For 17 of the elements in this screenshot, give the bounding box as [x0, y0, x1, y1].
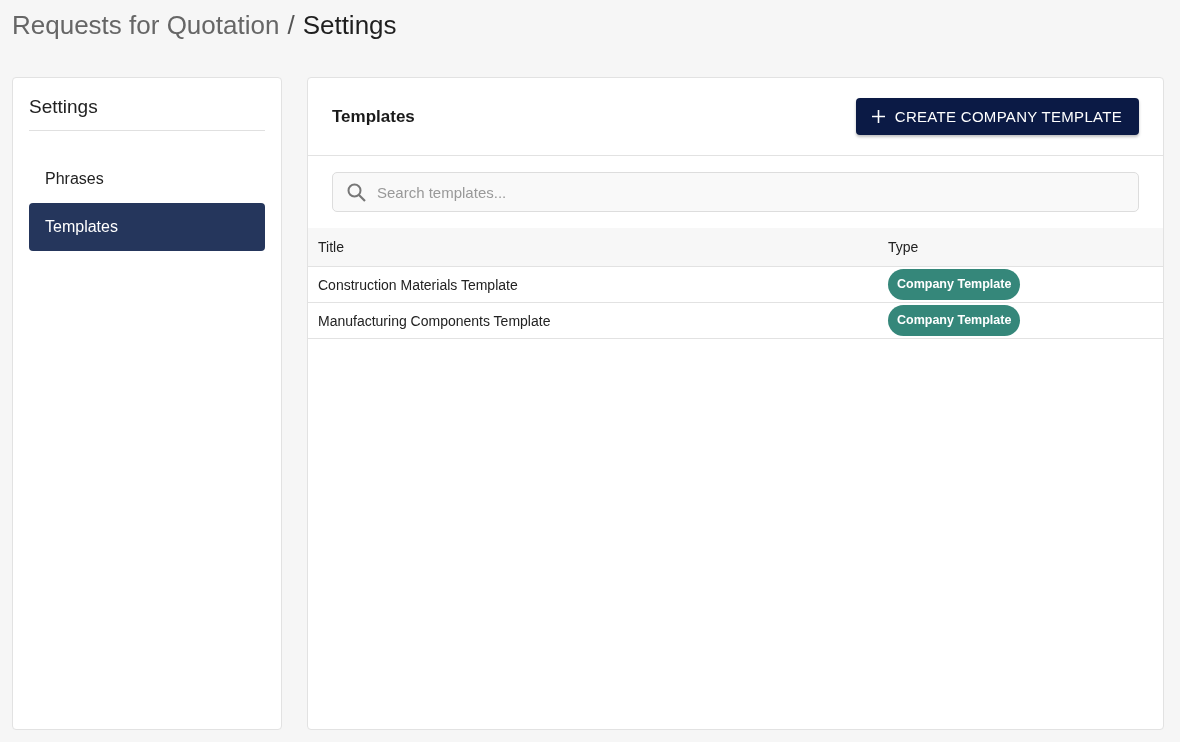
panel-title: Templates: [332, 106, 415, 127]
plus-icon: [871, 110, 885, 123]
type-badge: Company Template: [888, 269, 1021, 300]
sidebar-item[interactable]: Phrases: [29, 155, 265, 203]
sidebar-item[interactable]: Templates: [29, 203, 265, 251]
create-template-button[interactable]: CREATE COMPANY TEMPLATE: [855, 98, 1139, 135]
template-title: Construction Materials Template: [308, 266, 878, 303]
column-header: Type: [878, 228, 1163, 267]
column-header: Title: [308, 228, 878, 267]
search-field[interactable]: Search templates...: [332, 172, 1139, 212]
search-icon: [347, 183, 366, 202]
sidebar-title: Settings: [29, 96, 265, 131]
type-badge: Company Template: [888, 305, 1021, 336]
breadcrumb-link[interactable]: Requests for Quotation: [12, 9, 280, 41]
breadcrumb-separator: /: [287, 9, 295, 41]
page-title: Settings: [302, 9, 397, 41]
template-title: Manufacturing Components Template: [308, 302, 878, 339]
